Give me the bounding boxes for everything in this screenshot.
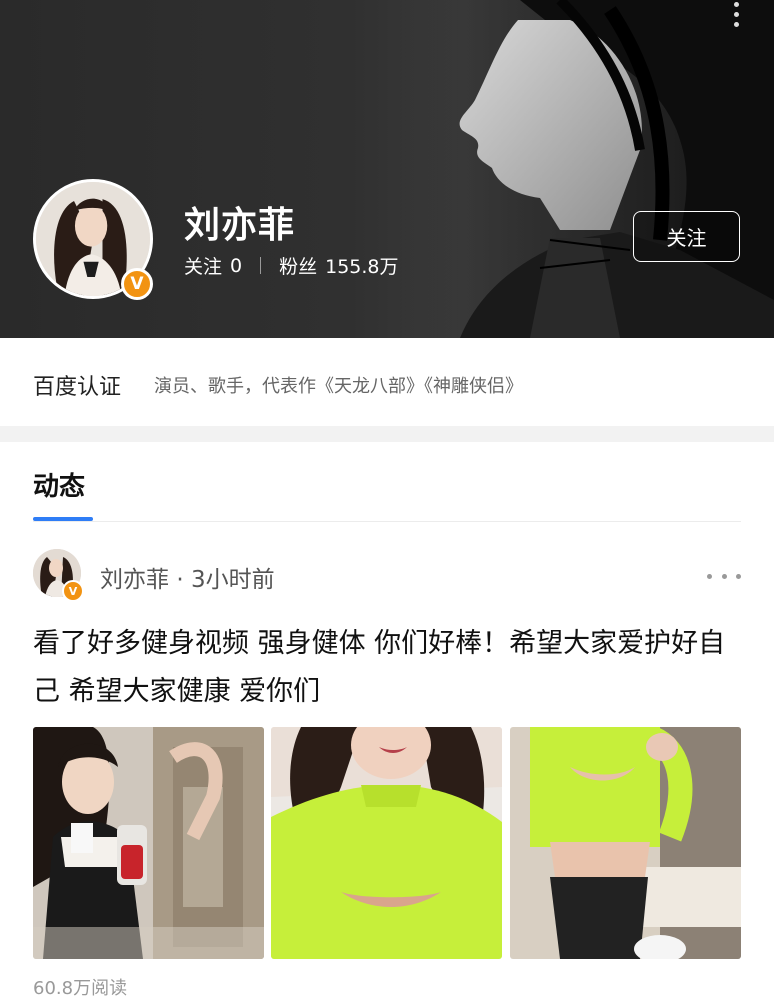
more-options-icon[interactable]	[726, 2, 746, 32]
post-photo-2[interactable]	[271, 727, 502, 959]
tab-dynamics[interactable]: 动态	[33, 466, 85, 503]
post-verified-badge-icon: V	[62, 580, 84, 602]
post-text: 看了好多健身视频 强身健体 你们好棒！希望大家爱护好自己 希望大家健康 爱你们	[33, 628, 726, 707]
certification-label: 百度认证	[33, 375, 122, 400]
post-read-count: 60.8万阅读	[33, 978, 128, 999]
lime-top-closeup-image	[271, 727, 502, 959]
mirror-selfie-image	[33, 727, 264, 959]
section-divider	[0, 426, 774, 442]
more-horizontal-icon[interactable]	[707, 566, 741, 586]
following-count[interactable]: 0	[230, 255, 242, 277]
profile-name: 刘亦菲	[184, 205, 296, 246]
profile-stats: 关注 0 粉丝 155.8万	[184, 252, 399, 279]
profile-banner: V 刘亦菲 关注 0 粉丝 155.8万 关注	[0, 0, 774, 338]
post-photo-3[interactable]	[510, 727, 741, 959]
fans-label[interactable]: 粉丝	[279, 252, 317, 279]
post-meta: 刘亦菲 · 3小时前	[100, 560, 275, 594]
fans-count[interactable]: 155.8万	[325, 252, 398, 279]
following-label[interactable]: 关注	[184, 252, 222, 279]
certification-row: 百度认证 演员、歌手，代表作《天龙八部》《神雕侠侣》	[0, 338, 774, 426]
post-photo-grid	[33, 727, 741, 959]
banner-portrait-image	[400, 0, 774, 338]
post-author-name[interactable]: 刘亦菲	[100, 567, 169, 593]
post-meta-separator: ·	[176, 567, 184, 593]
post-photo-1[interactable]	[33, 727, 264, 959]
follow-button[interactable]: 关注	[633, 211, 740, 262]
lime-top-mirror-image	[510, 727, 741, 959]
tab-divider	[33, 521, 741, 522]
verified-badge-icon: V	[121, 268, 153, 300]
post-time: 3小时前	[190, 567, 275, 593]
stats-divider	[260, 257, 262, 274]
certification-text: 演员、歌手，代表作《天龙八部》《神雕侠侣》	[154, 376, 523, 397]
